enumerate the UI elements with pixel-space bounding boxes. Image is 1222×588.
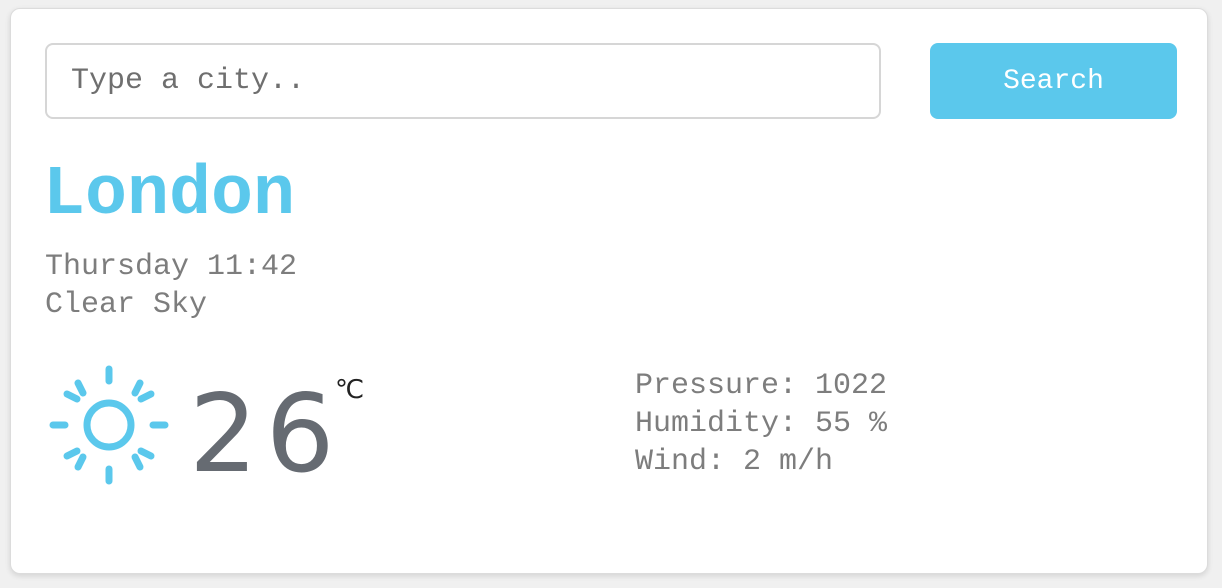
weather-condition: Clear Sky	[45, 288, 208, 322]
city-search-input[interactable]	[45, 43, 881, 119]
humidity-text: Humidity: 55 %	[635, 407, 888, 441]
sun-icon	[49, 365, 169, 485]
pressure-text: Pressure: 1022	[635, 369, 888, 403]
date-time: Thursday 11:42	[45, 250, 298, 284]
weather-details: Pressure: 1022 Humidity: 55 % Wind: 2 m/…	[635, 367, 887, 481]
city-name: London	[43, 156, 296, 235]
weather-card: Search London Thursday 11:42 Clear Sky 2…	[10, 8, 1208, 574]
temperature-value: 26	[189, 372, 343, 497]
wind-text: Wind: 2 m/h	[635, 445, 834, 479]
search-button[interactable]: Search	[930, 43, 1177, 119]
temperature-unit: ℃	[335, 375, 365, 405]
